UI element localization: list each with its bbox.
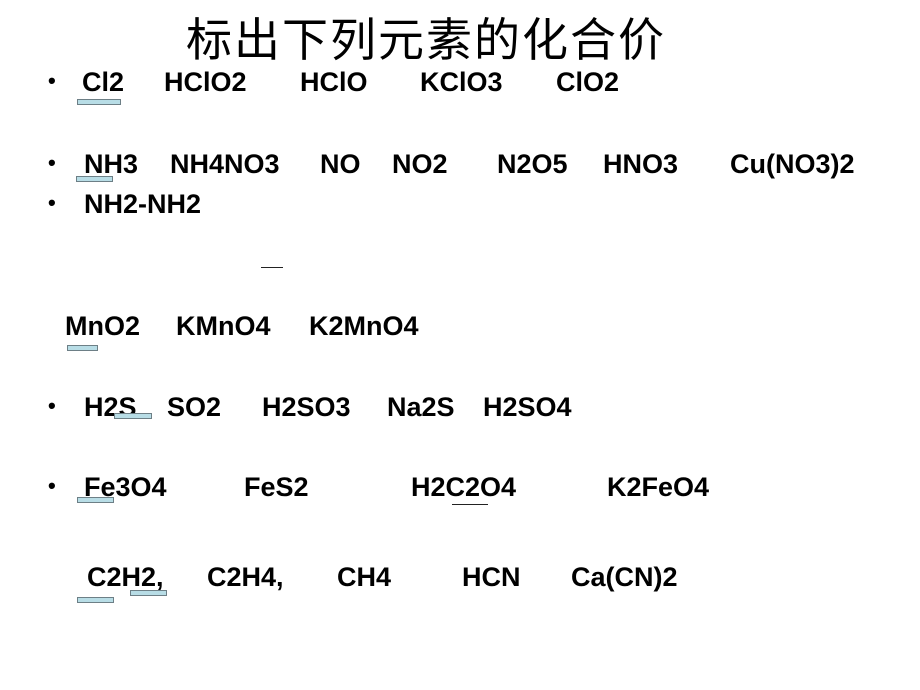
- slide-title: 标出下列元素的化合价: [186, 13, 666, 67]
- bullet: •: [48, 190, 56, 215]
- formula: HNO3: [603, 149, 679, 179]
- underline-mark: [261, 267, 283, 268]
- answer-box[interactable]: [114, 413, 152, 419]
- bullet: •: [48, 68, 56, 93]
- formula: N2O5: [497, 149, 568, 179]
- formula: ClO2: [556, 67, 620, 97]
- bullet: •: [48, 150, 56, 175]
- answer-box[interactable]: [67, 345, 98, 351]
- formula: Na2S: [387, 392, 455, 422]
- formula: Ca(CN)2: [571, 562, 678, 592]
- formula: K2MnO4: [309, 311, 419, 341]
- formula: Cl2: [82, 67, 125, 97]
- answer-box[interactable]: [130, 590, 167, 596]
- formula: FeS2: [244, 472, 309, 502]
- formula: K2FeO4: [607, 472, 710, 502]
- formula: C2H2,: [87, 562, 164, 592]
- formula: H2C2O4: [411, 472, 517, 502]
- answer-box[interactable]: [77, 99, 121, 105]
- bullet: •: [48, 393, 56, 418]
- formula: H2SO4: [483, 392, 572, 422]
- formula: Cu(NO3)2: [730, 149, 855, 179]
- formula: HCN: [462, 562, 521, 592]
- underline-mark: [452, 504, 488, 505]
- answer-box[interactable]: [77, 597, 114, 603]
- answer-box[interactable]: [77, 497, 114, 503]
- formula: NO2: [392, 149, 448, 179]
- formula: NO: [320, 149, 361, 179]
- formula: MnO2: [65, 311, 141, 341]
- formula: KClO3: [420, 67, 503, 97]
- bullet: •: [48, 473, 56, 498]
- formula: C2H4,: [207, 562, 284, 592]
- formula: H2SO3: [262, 392, 351, 422]
- formula: HClO2: [164, 67, 247, 97]
- answer-box[interactable]: [76, 176, 113, 182]
- formula: CH4: [337, 562, 392, 592]
- formula: NH2-NH2: [84, 189, 202, 219]
- formula: KMnO4: [176, 311, 271, 341]
- formula: NH4NO3: [170, 149, 280, 179]
- formula: SO2: [167, 392, 222, 422]
- formula: HClO: [300, 67, 368, 97]
